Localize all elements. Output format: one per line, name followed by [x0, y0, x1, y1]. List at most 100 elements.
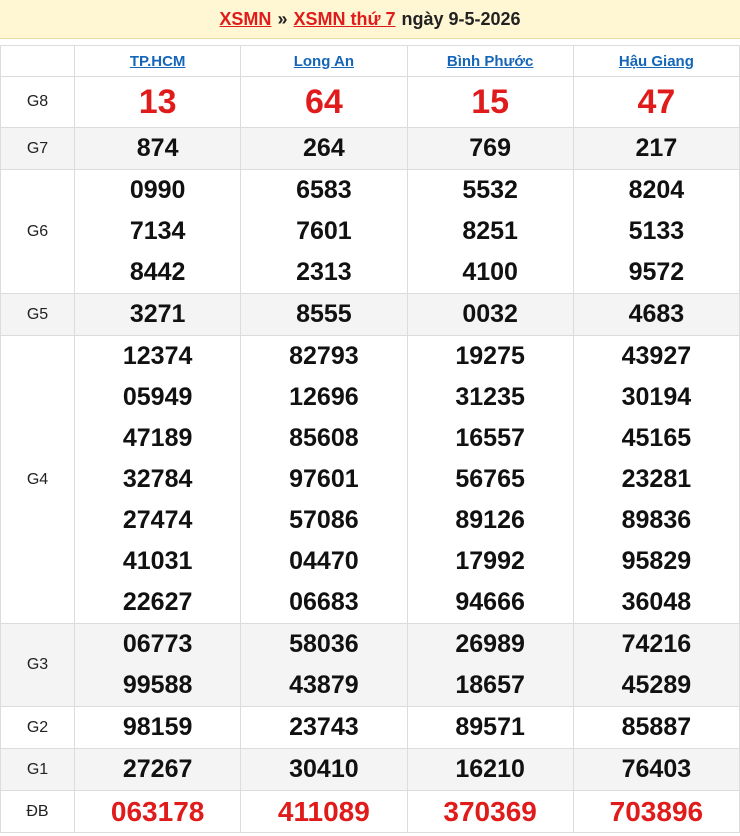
prize-number: 76403 [572, 748, 740, 791]
prize-number: 13 [73, 76, 242, 128]
prize-number: 32784 [122, 465, 193, 493]
prize-number: 8204 [628, 176, 685, 204]
draw-date: ngày 9-5-2026 [401, 8, 521, 29]
prize-row-g5: G5 3271 8555 0032 4683 [0, 293, 740, 336]
province-header: Bình Phước [406, 45, 574, 77]
prize-number: 57086 [289, 506, 359, 534]
prize-number: 04470 [289, 547, 359, 575]
prize-label: G5 [0, 293, 75, 336]
prize-number: 98159 [73, 706, 242, 749]
special-prize-number: 063178 [73, 790, 242, 833]
prize-number: 82793 [289, 342, 359, 370]
prize-number: 9572 [628, 258, 685, 286]
prize-number: 4100 [462, 258, 518, 286]
prize-number: 769 [406, 127, 574, 170]
prize-number: 97601 [289, 465, 359, 493]
prize-row-g8: G8 13 64 15 47 [0, 76, 740, 128]
prize-number: 7134 [129, 217, 186, 245]
prize-cell: 06773 99588 [73, 623, 242, 707]
prize-number: 56765 [455, 465, 525, 493]
prize-number: 15 [406, 76, 574, 128]
results-header: XSMN » XSMN thứ 7 ngày 9-5-2026 [0, 0, 740, 39]
prize-row-g7: G7 874 264 769 217 [0, 127, 740, 170]
prize-cell: 12374 05949 47189 32784 27474 41031 2262… [73, 335, 242, 624]
special-prize-number: 411089 [240, 790, 408, 833]
prize-label: G3 [0, 623, 75, 707]
prize-number: 7601 [296, 217, 352, 245]
prize-number: 89836 [621, 506, 692, 534]
prize-number: 17992 [455, 547, 525, 575]
province-link-binh-phuoc[interactable]: Bình Phước [447, 53, 534, 70]
prize-cell: 58036 43879 [240, 623, 408, 707]
xsmn-saturday-link[interactable]: XSMN thứ 7 [293, 9, 395, 30]
prize-cell: 43927 30194 45165 23281 89836 95829 3604… [572, 335, 740, 624]
special-prize-number: 370369 [406, 790, 574, 833]
corner-cell [0, 45, 75, 77]
prize-cell: 5532 8251 4100 [406, 169, 574, 294]
prize-number: 31235 [455, 383, 525, 411]
prize-row-g4: G4 12374 05949 47189 32784 27474 41031 2… [0, 335, 740, 624]
prize-number: 43927 [621, 342, 692, 370]
prize-number: 16557 [455, 424, 525, 452]
prize-number: 16210 [406, 748, 574, 791]
prize-number: 23281 [621, 465, 692, 493]
prize-number: 19275 [455, 342, 525, 370]
prize-number: 94666 [455, 588, 525, 616]
prize-number: 45289 [621, 671, 692, 699]
prize-number: 8251 [462, 217, 518, 245]
prize-number: 23743 [240, 706, 408, 749]
prize-number: 0990 [129, 176, 186, 204]
prize-number: 27267 [73, 748, 242, 791]
prize-number: 5532 [462, 176, 518, 204]
prize-label: G6 [0, 169, 75, 294]
special-prize-number: 703896 [572, 790, 740, 833]
prize-label: G7 [0, 127, 75, 170]
prize-number: 2313 [296, 258, 352, 286]
prize-number: 06773 [122, 630, 193, 658]
province-link-hau-giang[interactable]: Hậu Giang [619, 53, 694, 70]
prize-row-g1: G1 27267 30410 16210 76403 [0, 748, 740, 791]
prize-number: 99588 [122, 671, 193, 699]
prize-number: 89571 [406, 706, 574, 749]
province-header: Hậu Giang [572, 45, 740, 77]
prize-number: 95829 [621, 547, 692, 575]
province-header: TP.HCM [73, 45, 242, 77]
prize-number: 8442 [129, 258, 186, 286]
prize-number: 0032 [406, 293, 574, 336]
prize-number: 43879 [289, 671, 359, 699]
province-link-tphcm[interactable]: TP.HCM [130, 53, 186, 70]
prize-label: G8 [0, 76, 75, 128]
province-header-row: TP.HCM Long An Bình Phước Hậu Giang [0, 45, 740, 77]
prize-label: G1 [0, 748, 75, 791]
prize-number: 5133 [628, 217, 685, 245]
prize-number: 217 [572, 127, 740, 170]
prize-number: 64 [240, 76, 408, 128]
prize-number: 27474 [122, 506, 193, 534]
prize-number: 26989 [455, 630, 525, 658]
prize-number: 12696 [289, 383, 359, 411]
prize-cell: 19275 31235 16557 56765 89126 17992 9466… [406, 335, 574, 624]
prize-number: 85608 [289, 424, 359, 452]
prize-cell: 6583 7601 2313 [240, 169, 408, 294]
province-header: Long An [240, 45, 408, 77]
prize-row-g6: G6 0990 7134 8442 6583 7601 2313 5532 82… [0, 169, 740, 294]
prize-number: 6583 [296, 176, 352, 204]
prize-row-db: ĐB 063178 411089 370369 703896 [0, 790, 740, 833]
prize-number: 8555 [240, 293, 408, 336]
breadcrumb-separator: » [277, 8, 288, 29]
prize-number: 30194 [621, 383, 692, 411]
prize-cell: 74216 45289 [572, 623, 740, 707]
results-table: TP.HCM Long An Bình Phước Hậu Giang G8 1… [0, 45, 740, 833]
prize-cell: 8204 5133 9572 [572, 169, 740, 294]
xsmn-link[interactable]: XSMN [219, 9, 271, 30]
prize-number: 74216 [621, 630, 692, 658]
prize-number: 22627 [122, 588, 193, 616]
prize-number: 4683 [572, 293, 740, 336]
prize-number: 874 [73, 127, 242, 170]
province-link-long-an[interactable]: Long An [294, 53, 354, 70]
prize-number: 30410 [240, 748, 408, 791]
prize-number: 36048 [621, 588, 692, 616]
prize-number: 18657 [455, 671, 525, 699]
prize-number: 05949 [122, 383, 193, 411]
prize-number: 3271 [73, 293, 242, 336]
